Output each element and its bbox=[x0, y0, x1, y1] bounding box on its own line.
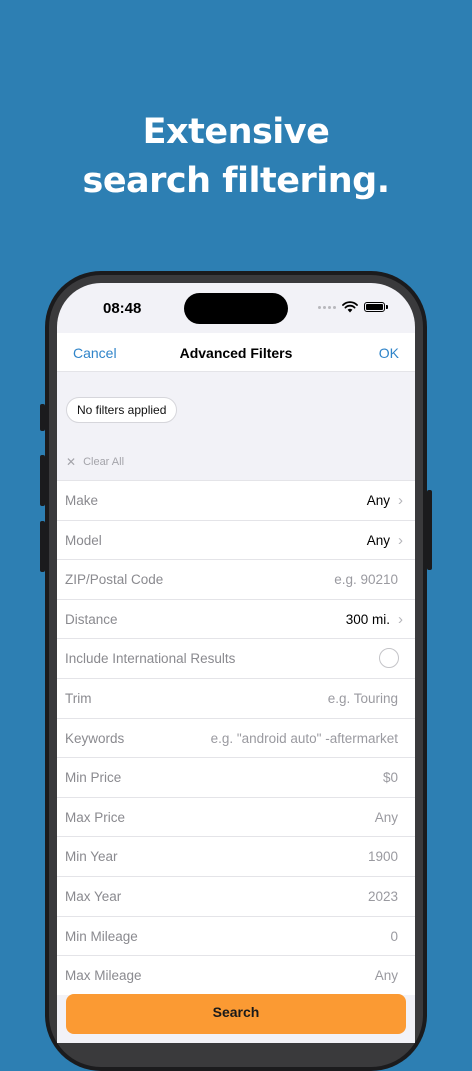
row-label: ZIP/Postal Code bbox=[65, 572, 164, 588]
search-button[interactable]: Search bbox=[66, 994, 406, 1034]
distance-row[interactable]: Distance 300 mi. › bbox=[57, 598, 415, 639]
wifi-icon bbox=[342, 301, 358, 313]
international-results-row: Include International Results bbox=[57, 638, 415, 678]
row-label: Max Price bbox=[65, 809, 126, 825]
max-mileage-input[interactable]: Any bbox=[375, 968, 398, 983]
clear-all-label: Clear All bbox=[83, 456, 125, 468]
max-mileage-row: Max Mileage Any bbox=[57, 955, 415, 995]
make-row[interactable]: Make Any › bbox=[57, 480, 415, 520]
dynamic-island bbox=[184, 293, 288, 324]
chevron-right-icon: › bbox=[398, 610, 403, 628]
status-icons bbox=[318, 301, 388, 313]
min-year-input[interactable]: 1900 bbox=[368, 849, 398, 864]
filter-list: Make Any › Model Any › ZIP/Postal Code e… bbox=[57, 480, 415, 995]
row-label: Make bbox=[65, 493, 99, 508]
battery-icon bbox=[364, 302, 388, 312]
zip-code-input[interactable]: e.g. 90210 bbox=[334, 572, 398, 587]
trim-row: Trim e.g. Touring bbox=[57, 677, 415, 718]
ok-button[interactable]: OK bbox=[379, 345, 399, 361]
page-title: Advanced Filters bbox=[179, 345, 293, 361]
min-price-row: Min Price $0 bbox=[57, 757, 415, 797]
trim-input[interactable]: e.g. Touring bbox=[328, 691, 398, 706]
row-label: Max Mileage bbox=[65, 968, 142, 984]
keywords-row: Keywords e.g. "android auto" -aftermarke… bbox=[57, 717, 415, 758]
min-mileage-input[interactable]: 0 bbox=[390, 929, 398, 944]
distance-value: 300 mi. bbox=[345, 611, 390, 627]
promo-headline: Extensive search filtering. bbox=[0, 108, 472, 206]
row-label: Min Year bbox=[65, 849, 118, 865]
row-label: Distance bbox=[65, 611, 118, 627]
row-label: Keywords bbox=[65, 730, 125, 746]
international-results-checkbox[interactable] bbox=[379, 648, 399, 669]
max-price-input[interactable]: Any bbox=[375, 810, 398, 825]
status-time: 08:48 bbox=[103, 300, 142, 317]
navigation-bar: Cancel Advanced Filters OK bbox=[57, 333, 415, 372]
phone-power-button bbox=[427, 490, 432, 570]
keywords-input[interactable]: e.g. "android auto" -aftermarket bbox=[211, 731, 398, 746]
min-price-input[interactable]: $0 bbox=[383, 770, 398, 785]
model-row[interactable]: Model Any › bbox=[57, 519, 415, 560]
signal-dots-icon bbox=[318, 305, 336, 309]
max-price-row: Max Price Any bbox=[57, 796, 415, 837]
row-label: Model bbox=[65, 532, 102, 548]
filter-status-chip: No filters applied bbox=[66, 397, 178, 423]
close-icon: ✕ bbox=[66, 455, 77, 469]
row-label: Max Year bbox=[65, 888, 122, 904]
row-label: Min Price bbox=[65, 770, 122, 786]
phone-screen: 08:48 Cancel Advanced Filters OK No filt… bbox=[57, 283, 415, 1043]
row-label: Trim bbox=[65, 690, 92, 706]
min-year-row: Min Year 1900 bbox=[57, 836, 415, 876]
chevron-right-icon: › bbox=[398, 492, 403, 509]
clear-all-button[interactable]: ✕ Clear All bbox=[66, 455, 124, 469]
min-mileage-row: Min Mileage 0 bbox=[57, 915, 415, 956]
headline-line-1: Extensive bbox=[142, 112, 330, 152]
headline-line-2: search filtering. bbox=[82, 161, 390, 201]
chevron-right-icon: › bbox=[398, 531, 403, 549]
row-label: Include International Results bbox=[65, 651, 236, 667]
row-label: Min Mileage bbox=[65, 928, 138, 944]
max-year-input[interactable]: 2023 bbox=[368, 889, 398, 904]
max-year-row: Max Year 2023 bbox=[57, 875, 415, 916]
zip-code-row: ZIP/Postal Code e.g. 90210 bbox=[57, 559, 415, 599]
make-value: Any bbox=[366, 493, 390, 508]
model-value: Any bbox=[366, 532, 390, 548]
